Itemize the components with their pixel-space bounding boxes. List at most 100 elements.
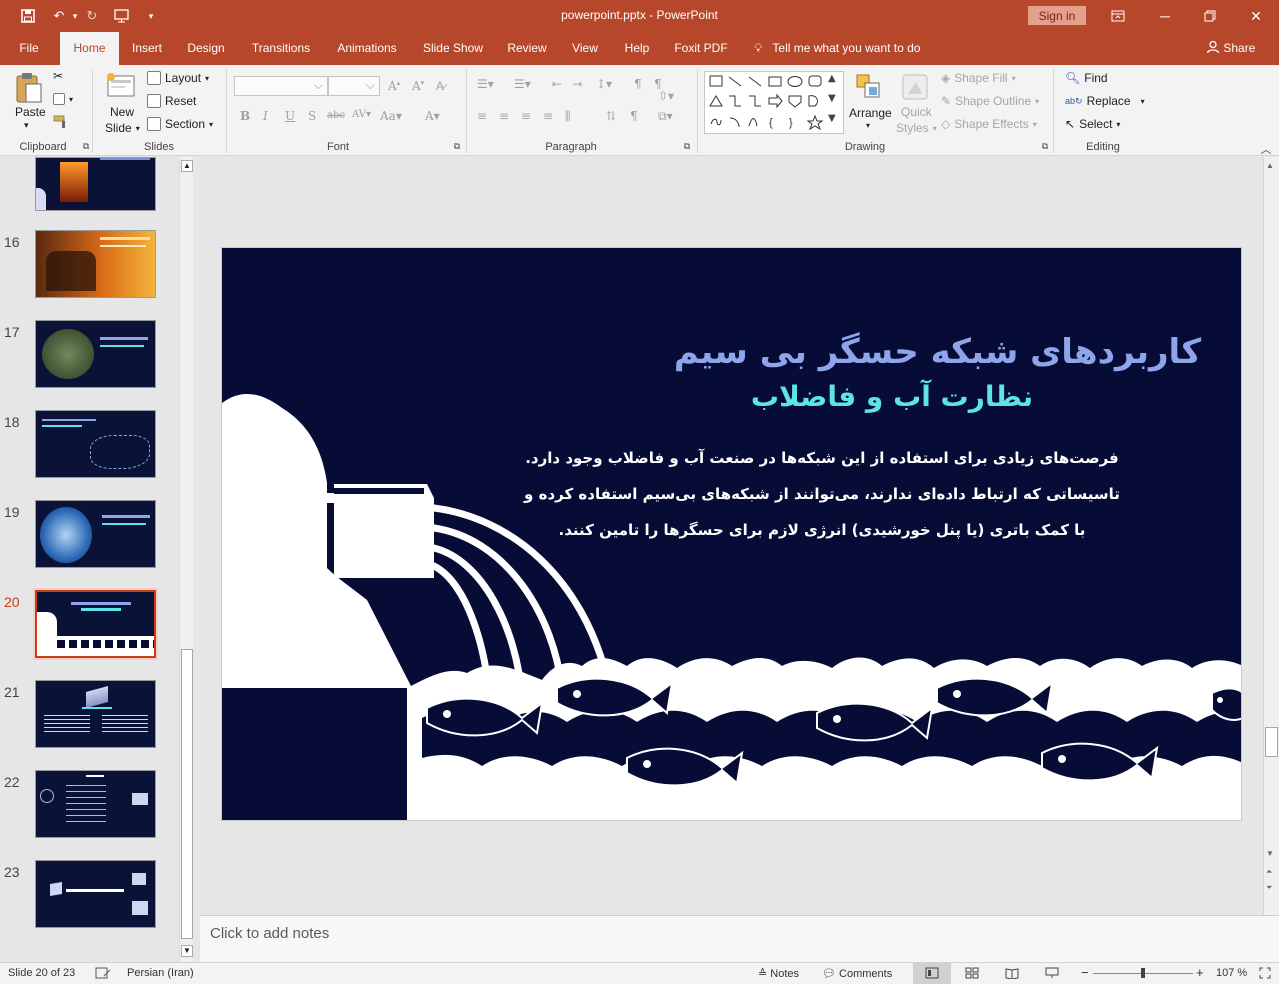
ribbon-display-options-icon[interactable] <box>1107 5 1129 27</box>
slide-title[interactable]: کاربردهای شبکه حسگر بی سیم <box>222 332 1241 372</box>
shape-effects-button[interactable]: ◇ Shape Effects ▾ <box>941 117 1037 131</box>
copy-icon[interactable]: ▾ <box>53 93 73 105</box>
clipboard-launcher-icon[interactable]: ⧉ <box>81 141 91 152</box>
font-launcher-icon[interactable]: ⧉ <box>452 141 462 152</box>
tab-help[interactable]: Help <box>618 32 656 65</box>
shapes-more-icon[interactable]: ▼ <box>828 113 836 124</box>
new-slide-button-line1[interactable]: New <box>110 105 134 119</box>
notes-pane[interactable]: Click to add notes <box>200 915 1279 962</box>
zoom-out-button[interactable]: − <box>1081 965 1089 980</box>
tab-transitions[interactable]: Transitions <box>246 32 316 65</box>
scrollbar-thumb[interactable] <box>181 649 193 939</box>
previous-slide-icon[interactable]: ⏶ <box>1266 867 1272 877</box>
slide-thumbnail[interactable] <box>35 770 156 838</box>
tab-view[interactable]: View <box>566 32 604 65</box>
slide-thumbnail[interactable] <box>35 410 156 478</box>
scroll-up-icon[interactable]: ▲ <box>181 160 193 172</box>
arrange-button[interactable]: Arrange <box>849 106 892 120</box>
slide-thumbnail[interactable] <box>33 588 158 660</box>
cut-icon[interactable]: ✂ <box>53 69 63 83</box>
columns-icon[interactable]: ⫼ <box>565 109 571 124</box>
find-button[interactable]: 🔍︎ Find <box>1065 71 1108 85</box>
underline-icon[interactable]: U <box>285 109 295 123</box>
reset-button[interactable]: Reset <box>147 94 196 108</box>
paste-icon[interactable] <box>14 72 44 104</box>
editor-vertical-scrollbar[interactable]: ▲ ▼ ⏶ ⏷ <box>1263 157 1279 915</box>
shape-outline-button[interactable]: ✎ Shape Outline ▾ <box>941 94 1039 108</box>
paragraph-launcher-icon[interactable]: ⧉ <box>682 141 692 152</box>
character-spacing-icon[interactable]: AV▾ <box>352 109 371 120</box>
tab-insert[interactable]: Insert <box>126 32 168 65</box>
shapes-scroll-up-icon[interactable]: ▲ <box>828 73 836 84</box>
paste-dropdown-icon[interactable]: ▾ <box>24 120 29 131</box>
notes-placeholder[interactable]: Click to add notes <box>210 925 329 942</box>
font-family-combo[interactable]: ⌵ <box>234 76 328 96</box>
slide-subtitle[interactable]: نظارت آب و فاضلاب <box>622 380 1162 413</box>
scroll-down-icon[interactable]: ▼ <box>181 945 193 957</box>
tab-file[interactable]: File <box>10 32 48 65</box>
tab-design[interactable]: Design <box>182 32 230 65</box>
slide-thumbnail[interactable] <box>35 230 156 298</box>
scrollbar-thumb[interactable] <box>1265 727 1278 757</box>
text-direction-icon[interactable]: ⇅ <box>606 109 616 123</box>
slide-thumbnail-partial[interactable] <box>35 157 156 211</box>
format-painter-icon[interactable] <box>53 115 69 129</box>
minimize-icon[interactable]: ─ <box>1154 5 1176 27</box>
share-button[interactable]: Share <box>1206 32 1255 65</box>
italic-icon[interactable]: I <box>263 109 268 123</box>
zoom-in-button[interactable]: + <box>1196 965 1204 980</box>
sign-in-button[interactable]: Sign in <box>1028 6 1086 25</box>
replace-button[interactable]: ab↻ Replace ▾ <box>1065 94 1145 108</box>
slide-thumbnail[interactable] <box>35 320 156 388</box>
align-text-icon[interactable]: ⇳▾ <box>658 89 674 103</box>
line-spacing-icon[interactable]: ↕▾ <box>596 77 612 91</box>
arrange-dropdown-icon[interactable]: ▾ <box>866 121 870 130</box>
paste-button[interactable]: Paste <box>15 105 46 119</box>
new-slide-button-line2[interactable]: Slide ▾ <box>105 121 140 135</box>
slide-canvas[interactable]: کاربردهای شبکه حسگر بی سیم نظارت آب و فا… <box>221 247 1242 821</box>
slideshow-view-icon[interactable] <box>1045 967 1059 982</box>
zoom-level[interactable]: 107 % <box>1216 967 1247 979</box>
bold-icon[interactable]: B <box>240 109 250 123</box>
quick-styles-line2[interactable]: Styles ▾ <box>896 121 937 135</box>
drawing-launcher-icon[interactable]: ⧉ <box>1040 141 1050 152</box>
change-case-icon[interactable]: Aa▾ <box>380 109 402 123</box>
zoom-slider-knob[interactable] <box>1141 968 1145 978</box>
comments-toggle[interactable]: 💬︎ Comments <box>822 967 892 980</box>
close-icon[interactable]: ✕ <box>1245 5 1267 27</box>
shapes-scroll-down-icon[interactable]: ▼ <box>828 93 836 104</box>
thumbnails-scrollbar[interactable]: ▲ ▼ <box>179 157 193 962</box>
collapse-ribbon-icon[interactable]: ︿ <box>1259 141 1273 157</box>
fit-slide-icon[interactable] <box>1259 967 1271 982</box>
increase-indent-icon[interactable]: ⇥ <box>572 77 582 91</box>
rtl-direction-icon[interactable]: ¶ <box>634 77 642 91</box>
font-color-icon[interactable]: A▾ <box>425 109 440 123</box>
shape-fill-button[interactable]: ◈ Shape Fill ▾ <box>941 71 1016 85</box>
tab-slide-show[interactable]: Slide Show <box>419 32 487 65</box>
reading-view-icon[interactable] <box>1005 967 1019 982</box>
font-size-combo[interactable]: ⌵ <box>328 76 380 96</box>
strikethrough-icon[interactable]: abc <box>327 110 345 121</box>
spell-check-icon[interactable] <box>95 967 111 983</box>
tab-animations[interactable]: Animations <box>330 32 404 65</box>
layout-button[interactable]: Layout ▾ <box>147 71 209 85</box>
bullets-icon[interactable]: ☰▾ <box>477 77 494 91</box>
tell-me-search[interactable]: 💡︎ Tell me what you want to do <box>754 32 920 65</box>
decrease-indent-icon[interactable]: ⇤ <box>552 77 562 91</box>
tab-home[interactable]: Home <box>60 32 119 66</box>
ltr-text-icon[interactable]: ¶ <box>630 109 638 123</box>
arrange-icon[interactable] <box>855 73 883 101</box>
scroll-up-icon[interactable]: ▲ <box>1266 161 1274 170</box>
grow-font-icon[interactable]: A▴ <box>388 79 400 93</box>
restore-icon[interactable] <box>1199 5 1221 27</box>
align-left-icon[interactable]: ≡ <box>477 109 487 123</box>
slide-sorter-icon[interactable] <box>965 967 979 982</box>
notes-toggle[interactable]: ≙ Notes <box>758 967 799 980</box>
clear-formatting-icon[interactable]: A̷ <box>436 79 444 93</box>
scroll-down-icon[interactable]: ▼ <box>1266 849 1274 858</box>
zoom-slider[interactable] <box>1093 968 1193 978</box>
shrink-font-icon[interactable]: A▾ <box>412 79 424 93</box>
section-button[interactable]: Section ▾ <box>147 117 213 131</box>
new-slide-icon[interactable] <box>106 72 136 100</box>
align-right-icon[interactable]: ≡ <box>521 109 531 123</box>
